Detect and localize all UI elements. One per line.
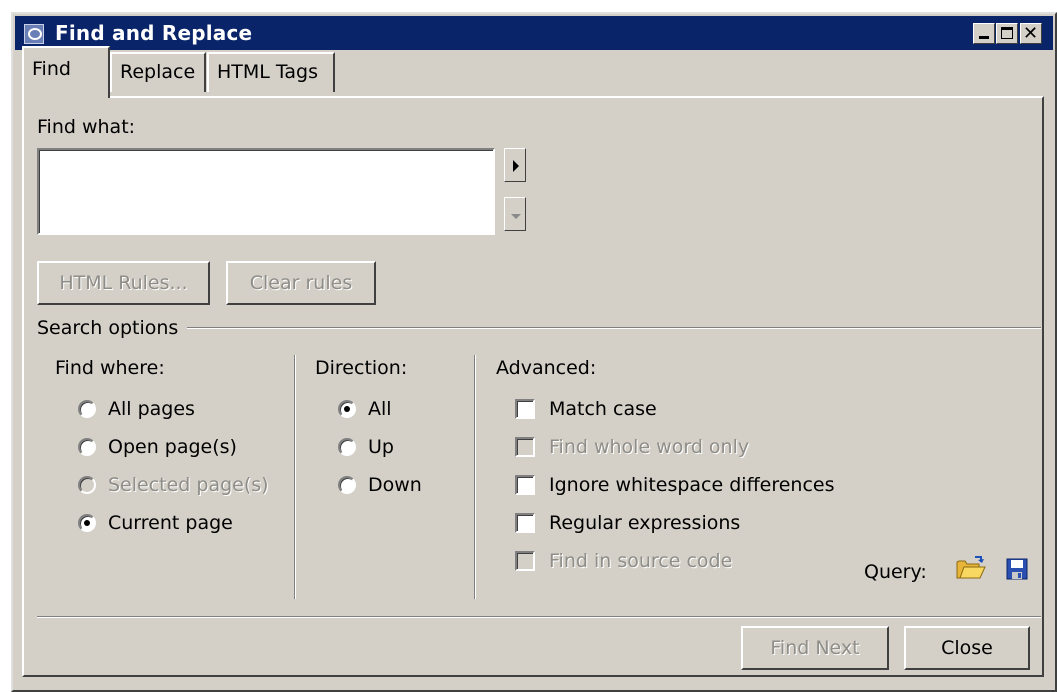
maximize-icon bbox=[1001, 27, 1013, 39]
footer-divider bbox=[37, 616, 1041, 618]
direction-up-label: Up bbox=[368, 436, 394, 458]
find-in-source-label: Find in source code bbox=[549, 550, 733, 572]
checkbox-match-case[interactable] bbox=[515, 399, 535, 419]
window-title: Find and Replace bbox=[55, 21, 253, 45]
find-next-button[interactable]: Find Next bbox=[741, 626, 889, 670]
arrow-right-icon bbox=[513, 160, 519, 172]
find-what-label: Find what: bbox=[37, 116, 136, 138]
selected-pages-label: Selected page(s) bbox=[108, 474, 269, 496]
current-page-label: Current page bbox=[108, 512, 233, 534]
direction-down-label: Down bbox=[368, 474, 422, 496]
radio-selected-pages[interactable] bbox=[78, 476, 96, 494]
open-pages-label: Open page(s) bbox=[108, 436, 237, 458]
minimize-button[interactable] bbox=[973, 23, 995, 44]
query-label: Query: bbox=[864, 561, 927, 583]
all-pages-label: All pages bbox=[108, 398, 195, 420]
clear-rules-button[interactable]: Clear rules bbox=[226, 261, 376, 305]
app-icon bbox=[24, 24, 44, 44]
radio-direction-up[interactable] bbox=[338, 438, 356, 456]
title-bar[interactable]: Find and Replace ✕ bbox=[15, 16, 1053, 50]
save-query-icon[interactable] bbox=[1006, 558, 1028, 580]
chevron-down-icon bbox=[511, 214, 521, 219]
open-query-folder-icon[interactable] bbox=[956, 556, 986, 580]
maximize-button[interactable] bbox=[996, 23, 1018, 44]
radio-direction-all[interactable] bbox=[338, 400, 356, 418]
find-what-input[interactable] bbox=[37, 148, 495, 235]
tab-html-tags[interactable]: HTML Tags bbox=[207, 52, 335, 92]
regular-expressions-label: Regular expressions bbox=[549, 512, 741, 534]
direction-label: Direction: bbox=[315, 357, 408, 379]
tab-replace[interactable]: Replace bbox=[110, 52, 206, 92]
recent-searches-dropdown[interactable] bbox=[504, 197, 526, 231]
radio-open-pages[interactable] bbox=[78, 438, 96, 456]
checkbox-ignore-whitespace[interactable] bbox=[515, 475, 535, 495]
radio-current-page[interactable] bbox=[78, 514, 96, 532]
close-icon: ✕ bbox=[1023, 23, 1039, 44]
special-characters-button[interactable] bbox=[504, 148, 526, 182]
html-rules-button[interactable]: HTML Rules... bbox=[37, 261, 210, 305]
column-divider-2 bbox=[474, 355, 476, 599]
checkbox-regular-expressions[interactable] bbox=[515, 513, 535, 533]
checkbox-whole-word[interactable] bbox=[515, 437, 535, 457]
close-button[interactable]: Close bbox=[904, 626, 1030, 670]
checkbox-find-in-source[interactable] bbox=[515, 551, 535, 571]
column-divider-1 bbox=[294, 355, 296, 599]
ignore-whitespace-label: Ignore whitespace differences bbox=[549, 474, 835, 496]
search-options-heading: Search options bbox=[37, 317, 179, 339]
search-options-divider bbox=[187, 327, 1041, 329]
tab-find[interactable]: Find bbox=[22, 46, 110, 98]
minimize-icon bbox=[979, 36, 989, 39]
radio-all-pages[interactable] bbox=[78, 400, 96, 418]
find-where-label: Find where: bbox=[55, 357, 165, 379]
radio-direction-down[interactable] bbox=[338, 476, 356, 494]
whole-word-label: Find whole word only bbox=[549, 436, 750, 458]
direction-all-label: All bbox=[368, 398, 392, 420]
close-window-button[interactable]: ✕ bbox=[1020, 23, 1042, 44]
advanced-label: Advanced: bbox=[496, 357, 597, 379]
match-case-label: Match case bbox=[549, 398, 657, 420]
